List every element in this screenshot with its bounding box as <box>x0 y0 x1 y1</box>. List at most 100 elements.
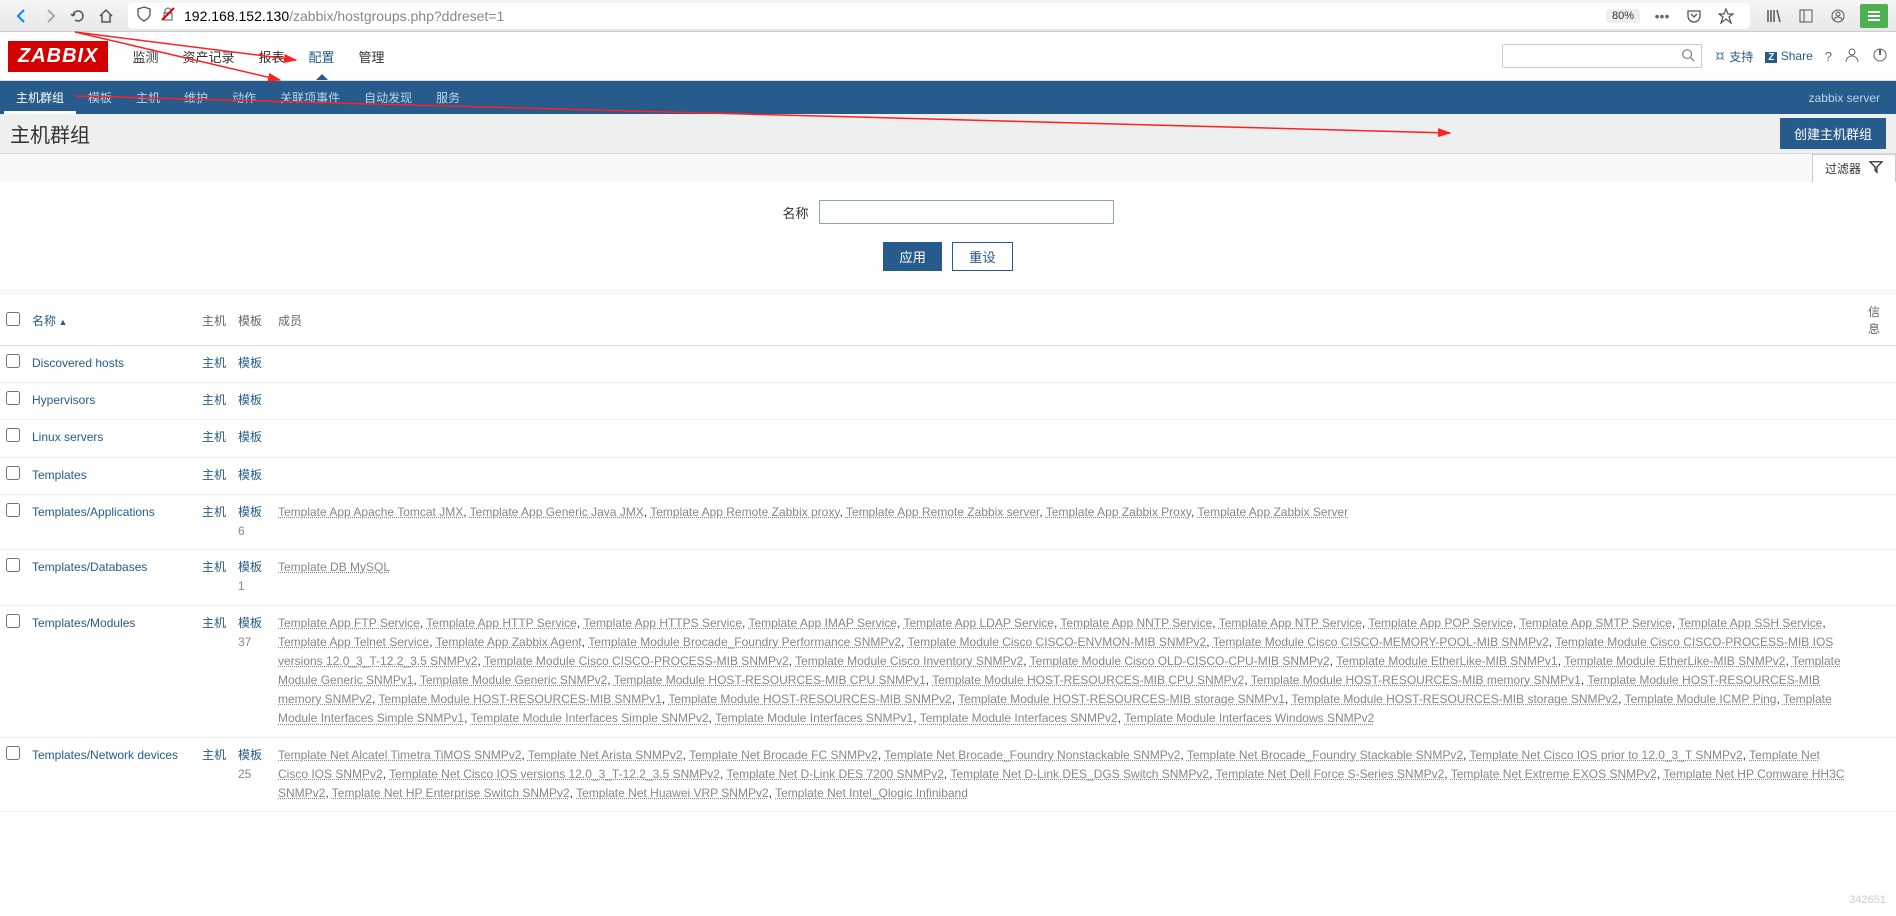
templates-link[interactable]: 模板 <box>238 468 262 482</box>
share-link[interactable]: Z Share <box>1765 49 1812 63</box>
account-icon[interactable] <box>1824 4 1852 28</box>
support-link[interactable]: 支持 <box>1714 48 1753 65</box>
row-checkbox[interactable] <box>6 503 20 517</box>
hosts-link[interactable]: 主机 <box>202 505 226 519</box>
top-menu-item[interactable]: 管理 <box>347 33 397 80</box>
member-link[interactable]: Template Module Cisco CISCO-ENVMON-MIB S… <box>908 635 1207 649</box>
member-link[interactable]: Template Module ICMP Ping <box>1625 692 1777 706</box>
sub-nav-item[interactable]: 模板 <box>76 81 124 114</box>
hosts-link[interactable]: 主机 <box>202 468 226 482</box>
member-link[interactable]: Template Module Generic SNMPv2 <box>420 673 607 687</box>
logout-icon[interactable] <box>1872 47 1888 66</box>
member-link[interactable]: Template Net D-Link DES 7200 SNMPv2 <box>726 767 943 781</box>
forward-button[interactable] <box>36 4 64 28</box>
sub-nav-item[interactable]: 主机群组 <box>4 81 76 114</box>
top-menu-item[interactable]: 配置 <box>297 33 347 80</box>
group-name-link[interactable]: Templates/Network devices <box>32 748 178 762</box>
member-link[interactable]: Template Module HOST-RESOURCES-MIB stora… <box>958 692 1285 706</box>
member-link[interactable]: Template Module Interfaces SNMPv1 <box>715 711 913 725</box>
member-link[interactable]: Template App POP Service <box>1368 616 1513 630</box>
row-checkbox[interactable] <box>6 746 20 760</box>
member-link[interactable]: Template Module Cisco Inventory SNMPv2 <box>795 654 1023 668</box>
member-link[interactable]: Template Module Brocade_Foundry Performa… <box>588 635 901 649</box>
member-link[interactable]: Template Module Cisco OLD-CISCO-CPU-MIB … <box>1030 654 1330 668</box>
member-link[interactable]: Template App Generic Java JMX <box>470 505 644 519</box>
member-link[interactable]: Template Net Huawei VRP SNMPv2 <box>576 786 769 800</box>
reload-button[interactable] <box>64 4 92 28</box>
member-link[interactable]: Template Net Brocade_Foundry Stackable S… <box>1187 748 1463 762</box>
search-box[interactable] <box>1502 44 1702 68</box>
row-checkbox[interactable] <box>6 466 20 480</box>
member-link[interactable]: Template App IMAP Service <box>748 616 897 630</box>
hosts-link[interactable]: 主机 <box>202 748 226 762</box>
search-input[interactable] <box>1509 49 1681 63</box>
member-link[interactable]: Template App SSH Service <box>1678 616 1822 630</box>
member-link[interactable]: Template App HTTPS Service <box>583 616 742 630</box>
pocket-icon[interactable] <box>1680 4 1708 28</box>
group-name-link[interactable]: Discovered hosts <box>32 356 124 370</box>
sub-nav-item[interactable]: 主机 <box>124 81 172 114</box>
col-name[interactable]: 名称 <box>32 314 67 328</box>
member-link[interactable]: Template Module EtherLike-MIB SNMPv1 <box>1336 654 1557 668</box>
back-button[interactable] <box>8 4 36 28</box>
reset-button[interactable]: 重设 <box>952 242 1013 271</box>
member-link[interactable]: Template App SMTP Service <box>1519 616 1672 630</box>
member-link[interactable]: Template App Apache Tomcat JMX <box>278 505 463 519</box>
create-hostgroup-button[interactable]: 创建主机群组 <box>1780 118 1886 149</box>
member-link[interactable]: Template Module HOST-RESOURCES-MIB SNMPv… <box>378 692 661 706</box>
templates-link[interactable]: 模板 <box>238 430 262 444</box>
member-link[interactable]: Template Net Alcatel Timetra TiMOS SNMPv… <box>278 748 521 762</box>
top-menu-item[interactable]: 报表 <box>246 33 296 80</box>
templates-link[interactable]: 模板 <box>238 616 262 630</box>
group-name-link[interactable]: Templates <box>32 468 87 482</box>
member-link[interactable]: Template Module HOST-RESOURCES-MIB stora… <box>1291 692 1618 706</box>
sub-nav-item[interactable]: 自动发现 <box>352 81 424 114</box>
user-icon[interactable] <box>1844 47 1860 66</box>
row-checkbox[interactable] <box>6 354 20 368</box>
sub-nav-item[interactable]: 动作 <box>220 81 268 114</box>
member-link[interactable]: Template App HTTP Service <box>426 616 577 630</box>
group-name-link[interactable]: Templates/Modules <box>32 616 135 630</box>
member-link[interactable]: Template Module Cisco CISCO-MEMORY-POOL-… <box>1213 635 1549 649</box>
sub-nav-item[interactable]: 维护 <box>172 81 220 114</box>
hosts-link[interactable]: 主机 <box>202 393 226 407</box>
member-link[interactable]: Template Module Interfaces Simple SNMPv2 <box>471 711 709 725</box>
templates-link[interactable]: 模板 <box>238 505 262 519</box>
member-link[interactable]: Template Module HOST-RESOURCES-MIB CPU S… <box>932 673 1244 687</box>
row-checkbox[interactable] <box>6 614 20 628</box>
top-menu-item[interactable]: 监测 <box>120 33 170 80</box>
member-link[interactable]: Template App Telnet Service <box>278 635 429 649</box>
more-icon[interactable]: ••• <box>1648 4 1676 28</box>
member-link[interactable]: Template App LDAP Service <box>903 616 1054 630</box>
member-link[interactable]: Template App Zabbix Proxy <box>1046 505 1191 519</box>
member-link[interactable]: Template Module Interfaces SNMPv2 <box>920 711 1118 725</box>
zoom-level[interactable]: 80% <box>1606 9 1640 23</box>
member-link[interactable]: Template App Remote Zabbix proxy <box>650 505 839 519</box>
member-link[interactable]: Template App Remote Zabbix server <box>846 505 1039 519</box>
member-link[interactable]: Template Net Cisco IOS versions 12.0_3_T… <box>389 767 720 781</box>
hosts-link[interactable]: 主机 <box>202 560 226 574</box>
member-link[interactable]: Template App Zabbix Server <box>1197 505 1348 519</box>
home-button[interactable] <box>92 4 120 28</box>
member-link[interactable]: Template Module EtherLike-MIB SNMPv2 <box>1564 654 1785 668</box>
member-link[interactable]: Template Module Cisco CISCO-PROCESS-MIB … <box>484 654 789 668</box>
templates-link[interactable]: 模板 <box>238 393 262 407</box>
menu-button[interactable] <box>1860 4 1888 28</box>
zabbix-logo[interactable]: ZABBIX <box>8 41 108 72</box>
star-icon[interactable] <box>1712 4 1740 28</box>
row-checkbox[interactable] <box>6 558 20 572</box>
member-link[interactable]: Template Module Interfaces Windows SNMPv… <box>1124 711 1374 725</box>
filter-toggle[interactable]: 过滤器 <box>1812 154 1896 182</box>
member-link[interactable]: Template Net Intel_Qlogic Infiniband <box>775 786 968 800</box>
member-link[interactable]: Template Net Cisco IOS prior to 12.0_3_T… <box>1469 748 1742 762</box>
templates-link[interactable]: 模板 <box>238 748 262 762</box>
member-link[interactable]: Template Module HOST-RESOURCES-MIB memor… <box>1251 673 1581 687</box>
member-link[interactable]: Template App Zabbix Agent <box>436 635 582 649</box>
member-link[interactable]: Template Module HOST-RESOURCES-MIB SNMPv… <box>668 692 951 706</box>
member-link[interactable]: Template App FTP Service <box>278 616 420 630</box>
url-bar[interactable]: 192.168.152.130/zabbix/hostgroups.php?dd… <box>128 3 1750 29</box>
group-name-link[interactable]: Templates/Applications <box>32 505 155 519</box>
member-link[interactable]: Template App NNTP Service <box>1060 616 1212 630</box>
group-name-link[interactable]: Templates/Databases <box>32 560 147 574</box>
filter-name-input[interactable] <box>819 200 1114 224</box>
